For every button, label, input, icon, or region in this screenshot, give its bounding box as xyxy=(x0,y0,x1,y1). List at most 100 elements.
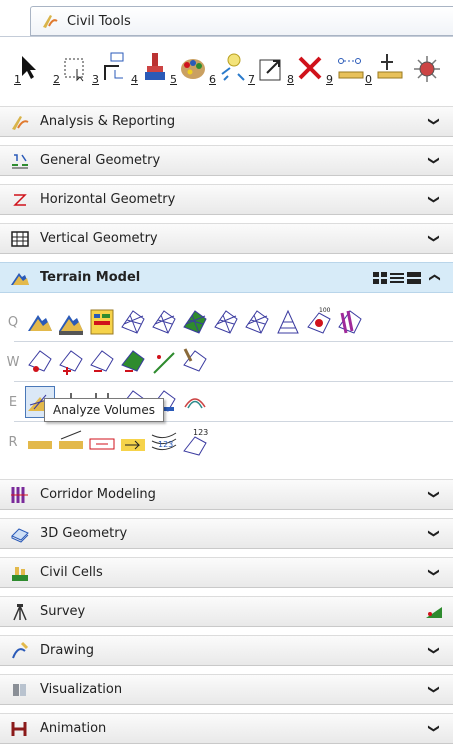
create-terrain-icon[interactable] xyxy=(26,307,54,337)
measure-angle-tool[interactable]: 0 xyxy=(365,50,405,88)
civil-tools-tab[interactable]: Civil Tools xyxy=(30,6,453,36)
tool-settings-icon xyxy=(414,56,440,82)
civil-tools-icon xyxy=(43,15,58,28)
section-horizontal-geometry[interactable]: Horizontal Geometry ❯ xyxy=(0,184,453,215)
section-general-geometry[interactable]: General Geometry ❯ xyxy=(0,145,453,176)
section-label: General Geometry xyxy=(40,153,161,168)
terrain-mesh-green-icon[interactable] xyxy=(181,307,209,337)
measure-angle-icon xyxy=(377,54,403,79)
tool-number: 5 xyxy=(170,73,177,86)
list-view-icon[interactable] xyxy=(390,272,404,284)
section-label: Terrain Model xyxy=(40,270,141,285)
visualization-icon xyxy=(13,683,26,696)
terrain-merge-icon[interactable] xyxy=(336,307,364,337)
terrain-mesh-icon[interactable] xyxy=(150,307,178,337)
remove-terrain-feature-icon[interactable] xyxy=(88,347,116,377)
palette-tool[interactable]: 5 xyxy=(170,50,210,88)
section-animation[interactable]: Animation ❯ xyxy=(0,713,453,744)
section-civil-cells[interactable]: Civil Cells ❯ xyxy=(0,557,453,588)
terrain-triangle-icon[interactable] xyxy=(274,307,302,337)
section-survey[interactable]: Survey xyxy=(0,596,453,627)
section-analysis-reporting[interactable]: Analysis & Reporting ❯ xyxy=(0,106,453,137)
chevron-down-icon[interactable]: ❯ xyxy=(428,527,441,541)
grid-view-icon[interactable] xyxy=(373,271,387,284)
row-key: W xyxy=(6,354,20,370)
section-corridor-modeling[interactable]: Corridor Modeling ❯ xyxy=(0,479,453,510)
tool-number: 2 xyxy=(53,73,60,86)
measure-distance-tool[interactable]: 9 xyxy=(326,50,366,88)
add-terrain-point-icon[interactable] xyxy=(26,347,54,377)
row-key: R xyxy=(8,434,18,450)
tooltip: Analyze Volumes xyxy=(44,398,164,422)
drawing-icon xyxy=(12,641,29,658)
add-terrain-feature-icon[interactable] xyxy=(57,347,85,377)
section-3d-geometry[interactable]: 3D Geometry ❯ xyxy=(0,518,453,549)
vertical-geometry-icon xyxy=(11,230,29,247)
civil-cells-icon xyxy=(12,566,28,581)
label-contours-icon[interactable]: 123 xyxy=(150,427,178,457)
row-key: E xyxy=(8,394,18,410)
section-vertical-geometry[interactable]: Vertical Geometry ❯ xyxy=(0,223,453,254)
survey-settings-icon[interactable] xyxy=(425,605,443,619)
terrain-mesh-icon[interactable] xyxy=(212,307,240,337)
horizontal-geometry-icon xyxy=(13,193,27,206)
chevron-down-icon[interactable]: ❯ xyxy=(428,115,441,129)
delete-tool[interactable]: 8 xyxy=(287,50,327,88)
tab-divider xyxy=(0,36,453,37)
label-elevation-icon[interactable] xyxy=(88,427,116,457)
analyze-contours-icon[interactable] xyxy=(181,387,209,417)
edit-terrain-icon[interactable] xyxy=(119,347,147,377)
terrain-mesh-icon[interactable] xyxy=(119,307,147,337)
tool-number: 6 xyxy=(209,73,216,86)
label-terrain-icon[interactable] xyxy=(26,427,54,457)
chevron-down-icon[interactable]: ❯ xyxy=(428,193,441,207)
tool-number: 7 xyxy=(248,73,255,86)
chevron-down-icon[interactable]: ❯ xyxy=(428,644,441,658)
section-label: Animation xyxy=(40,721,107,736)
chevron-up-icon[interactable]: ❯ xyxy=(428,271,441,285)
corridor-modeling-icon xyxy=(11,486,28,503)
label-direction-icon[interactable] xyxy=(119,427,147,457)
tool-number: 9 xyxy=(326,73,333,86)
section-visualization[interactable]: Visualization ❯ xyxy=(0,674,453,705)
paint-tool[interactable]: 4 xyxy=(131,50,171,88)
detail-view-icon[interactable] xyxy=(407,271,421,284)
delete-icon xyxy=(298,56,322,80)
section-label: Visualization xyxy=(40,682,123,697)
section-terrain-model[interactable]: Terrain Model ❯ xyxy=(0,262,453,293)
terrain-line-icon[interactable] xyxy=(150,347,178,377)
palette-icon xyxy=(181,59,205,79)
fit-view-tool[interactable]: 7 xyxy=(248,50,288,88)
chevron-down-icon[interactable]: ❯ xyxy=(428,566,441,580)
terrain-row-w: W xyxy=(0,343,453,381)
label-slope-icon[interactable] xyxy=(57,427,85,457)
highlight-tool[interactable]: 6 xyxy=(209,50,249,88)
section-drawing[interactable]: Drawing ❯ xyxy=(0,635,453,666)
tool-number: 8 xyxy=(287,73,294,86)
terrain-from-file-icon[interactable] xyxy=(57,307,85,337)
chevron-down-icon[interactable]: ❯ xyxy=(428,722,441,736)
row-divider xyxy=(14,381,453,382)
element-info-tool[interactable]: 3 xyxy=(92,50,132,88)
selection-tool[interactable]: 2 xyxy=(53,50,93,88)
select-tool[interactable]: 1 xyxy=(14,50,54,88)
terrain-elevation-icon[interactable]: 100 xyxy=(305,307,333,337)
tool-settings[interactable] xyxy=(410,50,450,88)
svg-text:123: 123 xyxy=(158,440,173,449)
terrain-report-icon[interactable] xyxy=(88,307,116,337)
terrain-drape-icon[interactable] xyxy=(181,347,209,377)
analysis-icon xyxy=(12,115,29,130)
terrain-row-q: Q 100 xyxy=(0,303,453,341)
highlight-sparkle-icon xyxy=(221,53,245,81)
section-label: Analysis & Reporting xyxy=(40,114,176,129)
measure-distance-icon xyxy=(338,58,364,79)
3d-geometry-icon xyxy=(11,527,29,543)
chevron-down-icon[interactable]: ❯ xyxy=(428,232,441,246)
terrain-mesh-icon[interactable] xyxy=(243,307,271,337)
chevron-down-icon[interactable]: ❯ xyxy=(428,488,441,502)
chevron-down-icon[interactable]: ❯ xyxy=(428,154,441,168)
tool-number: 3 xyxy=(92,73,99,86)
chevron-down-icon[interactable]: ❯ xyxy=(428,683,441,697)
label-mesh-icon[interactable]: 123 xyxy=(181,427,209,457)
animation-icon xyxy=(11,721,27,736)
